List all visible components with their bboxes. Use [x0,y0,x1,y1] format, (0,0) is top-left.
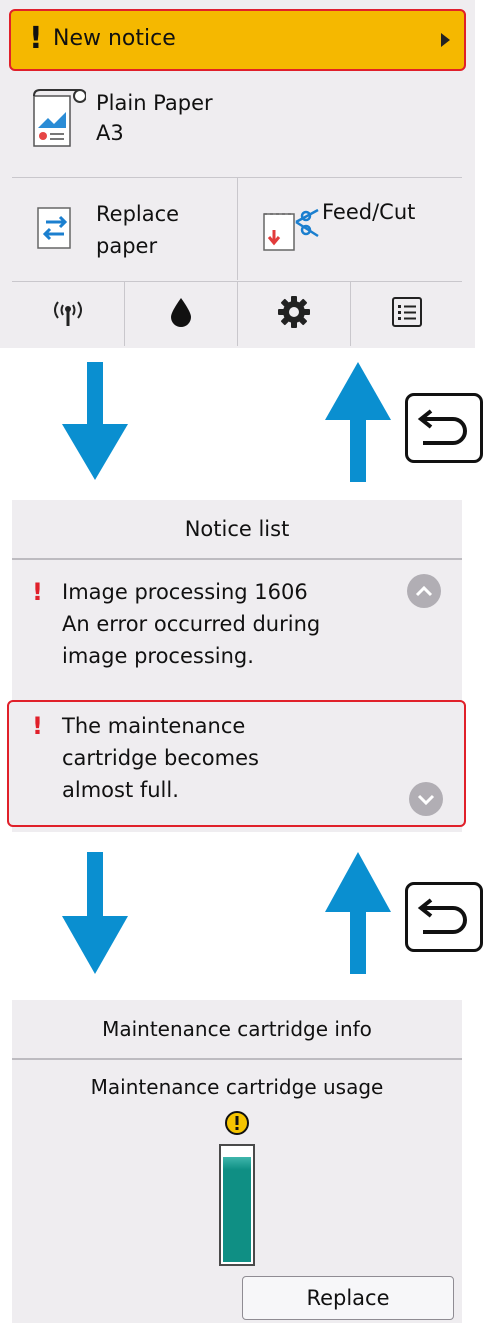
notice-text: The maintenance [62,714,246,738]
alert-icon: ! [29,21,43,56]
action-row: Replace paper Feed/Cut [12,178,462,280]
notice-text: image processing. [62,644,254,668]
alert-icon: ! [32,712,43,740]
scroll-down-button[interactable] [409,782,443,816]
triangle-right-icon [441,33,450,47]
replace-button[interactable]: Replace [242,1276,454,1320]
usage-gauge-fill [223,1157,251,1262]
notice-text: Image processing 1606 [62,580,308,604]
alert-icon: ! [32,578,43,606]
chevron-down-icon [417,790,435,809]
wireless-button[interactable] [12,282,124,346]
maintenance-info-title: Maintenance cartridge info [102,1017,372,1041]
paper-roll-icon [30,88,87,150]
back-icon [417,405,471,451]
arrow-down-icon [62,362,128,484]
replace-paper-label-line2: paper [96,234,158,258]
wireless-icon [48,296,88,332]
notice-list-title: Notice list [12,500,462,558]
chevron-up-icon [415,582,433,601]
usage-label: Maintenance cartridge usage [90,1075,384,1099]
notice-text: cartridge becomes [62,746,259,770]
notice-text: An error occurred during [62,612,321,636]
paper-settings-button[interactable]: Plain Paper A3 [12,78,462,176]
warning-icon [224,1110,250,1140]
paper-type-label: Plain Paper [96,91,213,115]
back-button[interactable] [405,882,483,952]
arrow-up-icon [325,362,391,486]
feed-cut-label: Feed/Cut [322,200,416,224]
replace-paper-button[interactable]: Replace paper [12,178,236,280]
usage-gauge [219,1144,255,1266]
list-item-selected[interactable]: ! The maintenance cartridge becomes almo… [7,700,466,827]
arrow-up-icon [325,852,391,978]
ink-drop-icon [169,296,193,332]
replace-paper-icon [34,204,76,252]
paper-size-label: A3 [96,121,124,145]
back-button[interactable] [405,393,483,463]
feed-cut-button[interactable]: Feed/Cut [238,178,462,280]
list-item[interactable]: ! Image processing 1606 An error occurre… [12,572,462,690]
new-notice-label: New notice [53,26,176,51]
list-icon [391,296,423,332]
arrow-down-icon [62,852,128,978]
settings-button[interactable] [238,282,350,346]
ink-button[interactable] [125,282,237,346]
replace-paper-label-line1: Replace [96,202,180,226]
notice-text: almost full. [62,778,179,802]
new-notice-button[interactable]: ! New notice [9,9,466,71]
scroll-up-button[interactable] [407,574,441,608]
divider [12,1058,462,1060]
back-icon [417,894,471,940]
gear-icon [277,295,311,333]
icon-row [12,282,462,346]
menu-list-button[interactable] [351,282,462,346]
feed-cut-icon [260,200,320,254]
